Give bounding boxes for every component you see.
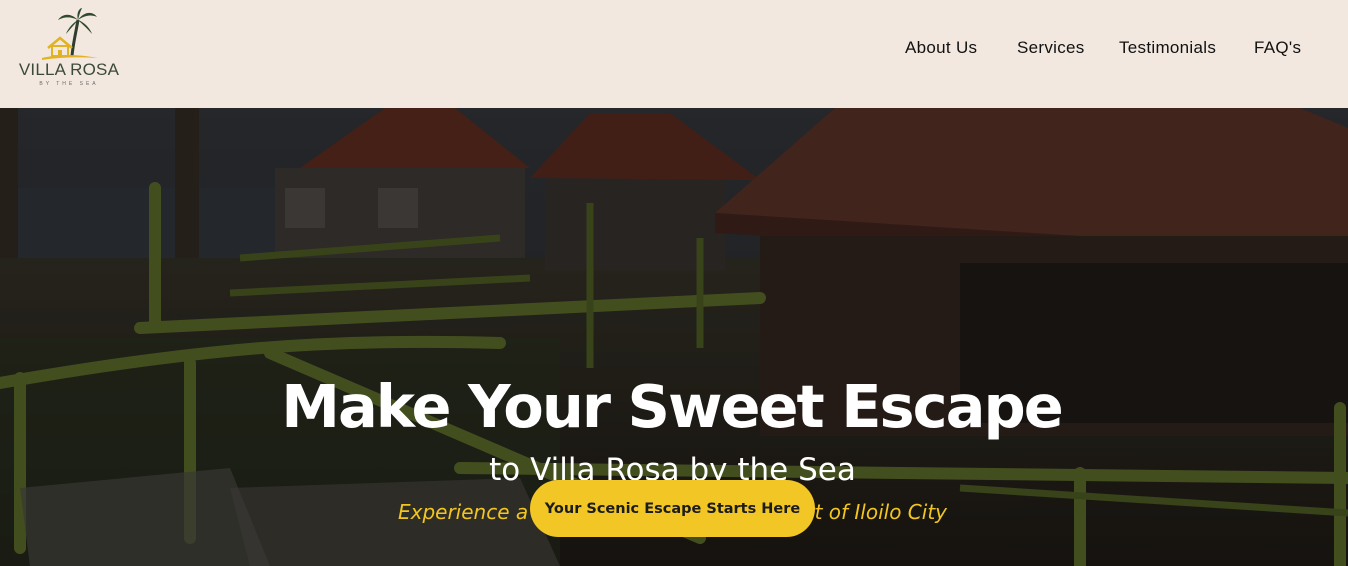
palm-tree-house-icon: [42, 8, 98, 60]
site-logo[interactable]: VILLA ROSA BY THE SEA: [18, 8, 122, 92]
nav-faqs[interactable]: FAQ's: [1254, 38, 1301, 58]
site-header: VILLA ROSA BY THE SEA About Us Services …: [0, 0, 1348, 108]
hero-title: Make Your Sweet Escape: [281, 372, 1063, 441]
nav-services[interactable]: Services: [1017, 38, 1085, 58]
brand-tagline: BY THE SEA: [39, 81, 99, 87]
nav-testimonials[interactable]: Testimonials: [1119, 38, 1216, 58]
brand-name: VILLA ROSA: [18, 60, 120, 79]
cta-button[interactable]: Your Scenic Escape Starts Here: [530, 480, 815, 537]
nav-about-us[interactable]: About Us: [905, 38, 977, 58]
